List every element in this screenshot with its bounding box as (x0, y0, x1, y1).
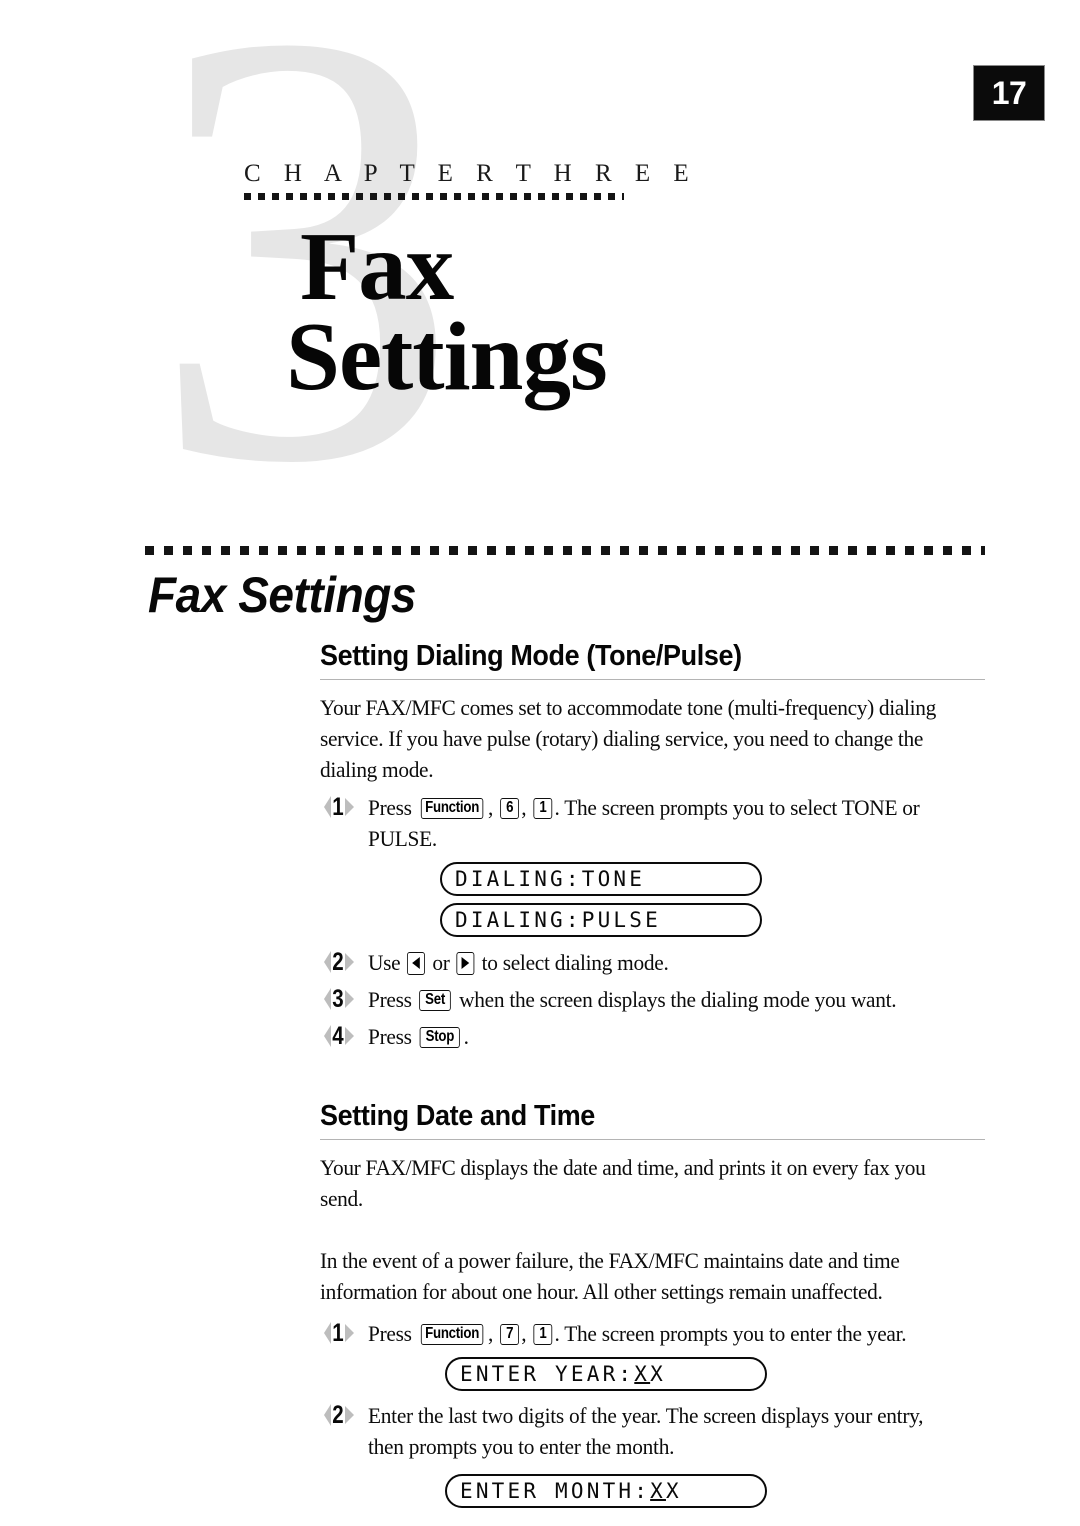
lcd-suffix: X (665, 1479, 682, 1503)
page-number-badge: 17 (974, 66, 1044, 120)
key-7-button[interactable]: 7 (500, 1324, 520, 1346)
key-1-button[interactable]: 1 (533, 1324, 553, 1346)
step-item: 3 Press Set when the screen displays the… (320, 984, 985, 1015)
chapter-eyebrow: C H A P T E R T H R E E (244, 160, 697, 200)
left-arrow-icon (412, 957, 421, 970)
step-marker-right-triangle-icon (344, 1406, 354, 1424)
step-text: Enter the last two digits of the year. T… (368, 1403, 924, 1459)
step-marker-right-triangle-icon (344, 1027, 354, 1045)
chapter-eyebrow-dotted-rule (244, 193, 624, 200)
step-text: Press Stop. (368, 1021, 954, 1052)
step-marker-right-triangle-icon (344, 798, 354, 816)
step-text: Press Set when the screen displays the d… (368, 984, 954, 1015)
lcd-display-text: ENTER YEAR:XX (447, 1363, 666, 1385)
section-heading-dialing-mode: Setting Dialing Mode (Tone/Pulse) (320, 640, 742, 672)
chapter-title-line-1: Fax (300, 213, 454, 320)
section-intro-date-time-2: In the event of a power failure, the FAX… (320, 1248, 900, 1304)
step-text-middle: or (432, 950, 450, 975)
step-text-after: . The screen prompts you to enter the ye… (554, 1321, 907, 1346)
step-text-before: Use (368, 950, 401, 975)
right-arrow-icon (461, 957, 470, 970)
step-number: 2 (332, 948, 344, 976)
key-stop-button[interactable]: Stop (419, 1027, 461, 1049)
step-marker: 1 (324, 793, 354, 821)
lcd-display-dialing-tone: DIALING:TONE (440, 862, 762, 896)
step-marker: 2 (324, 1401, 354, 1429)
lcd-display-enter-year: ENTER YEAR:XX (445, 1357, 767, 1391)
section-intro-dialing-mode: Your FAX/MFC comes set to accommodate to… (320, 695, 936, 782)
key-left-arrow-button[interactable] (407, 952, 426, 976)
chapter-title: Fax Settings (286, 213, 608, 405)
running-head-dotted-rule (145, 546, 985, 555)
key-function-button[interactable]: Function (421, 1324, 484, 1346)
step-text-before: Press (368, 1321, 412, 1346)
section-heading-rule (320, 679, 985, 680)
step-number: 3 (332, 985, 344, 1013)
step-number: 4 (332, 1022, 344, 1050)
step-number: 1 (332, 1319, 344, 1347)
step-text-after: to select dialing mode. (481, 950, 669, 975)
step-marker-right-triangle-icon (344, 990, 354, 1008)
step-item: 4 Press Stop. (320, 1021, 985, 1052)
key-1-button[interactable]: 1 (533, 798, 553, 820)
chapter-title-line-2: Settings (286, 303, 608, 411)
step-text: Press Function, 6, 1. The screen prompts… (368, 795, 920, 851)
step-text-before: Press (368, 987, 412, 1012)
step-item: 2 Enter the last two digits of the year.… (320, 1400, 985, 1462)
step-marker-right-triangle-icon (344, 1324, 354, 1342)
section-heading-date-and-time: Setting Date and Time (320, 1100, 595, 1132)
key-function-button[interactable]: Function (421, 798, 484, 820)
step-marker: 2 (324, 948, 354, 976)
lcd-cursor-char: X (650, 1479, 666, 1503)
step-item: 1 Press Function, 7, 1. The screen promp… (320, 1318, 985, 1349)
lcd-display-text: ENTER MONTH:XX (447, 1480, 682, 1502)
step-text-before: Press (368, 795, 412, 820)
step-marker-left-triangle-icon (324, 1404, 331, 1426)
step-marker-left-triangle-icon (324, 1322, 331, 1344)
step-text-after: when the screen displays the dialing mod… (459, 987, 897, 1012)
step-number: 1 (332, 793, 344, 821)
step-text-after: . (463, 1024, 469, 1049)
step-text: Use or to select dialing mode. (368, 947, 954, 978)
key-6-button[interactable]: 6 (500, 798, 520, 820)
section-heading-rule (320, 1139, 985, 1140)
content-column: Setting Dialing Mode (Tone/Pulse) Your F… (320, 640, 985, 1508)
key-set-button[interactable]: Set (419, 990, 452, 1012)
step-marker-left-triangle-icon (324, 1025, 331, 1047)
lcd-suffix: X (650, 1362, 666, 1386)
step-marker-left-triangle-icon (324, 796, 331, 818)
step-text: Press Function, 7, 1. The screen prompts… (368, 1321, 907, 1346)
step-text-before: Press (368, 1024, 412, 1049)
step-marker-left-triangle-icon (324, 951, 331, 973)
lcd-display-dialing-pulse: DIALING:PULSE (440, 903, 762, 937)
step-marker: 4 (324, 1022, 354, 1050)
step-marker-right-triangle-icon (344, 953, 354, 971)
lcd-cursor-char: X (634, 1362, 651, 1386)
lcd-display-text: DIALING:PULSE (455, 908, 661, 932)
key-right-arrow-button[interactable] (456, 952, 475, 976)
lcd-display-text: DIALING:TONE (455, 867, 646, 891)
step-marker: 3 (324, 985, 354, 1013)
step-number: 2 (332, 1401, 344, 1429)
chapter-eyebrow-label: C H A P T E R T H R E E (244, 160, 698, 187)
step-marker-left-triangle-icon (324, 988, 331, 1010)
section-intro-date-time-1: Your FAX/MFC displays the date and time,… (320, 1155, 926, 1211)
running-head-title: Fax Settings (148, 567, 416, 623)
step-marker: 1 (324, 1319, 354, 1347)
lcd-display-enter-month: ENTER MONTH:XX (445, 1474, 767, 1508)
lcd-prefix: ENTER MONTH: (460, 1479, 651, 1503)
step-item: 2 Use or to select dialing mode. (320, 947, 985, 978)
step-item: 1 Press Function, 6, 1. The screen promp… (320, 792, 985, 854)
lcd-prefix: ENTER YEAR: (460, 1362, 635, 1386)
